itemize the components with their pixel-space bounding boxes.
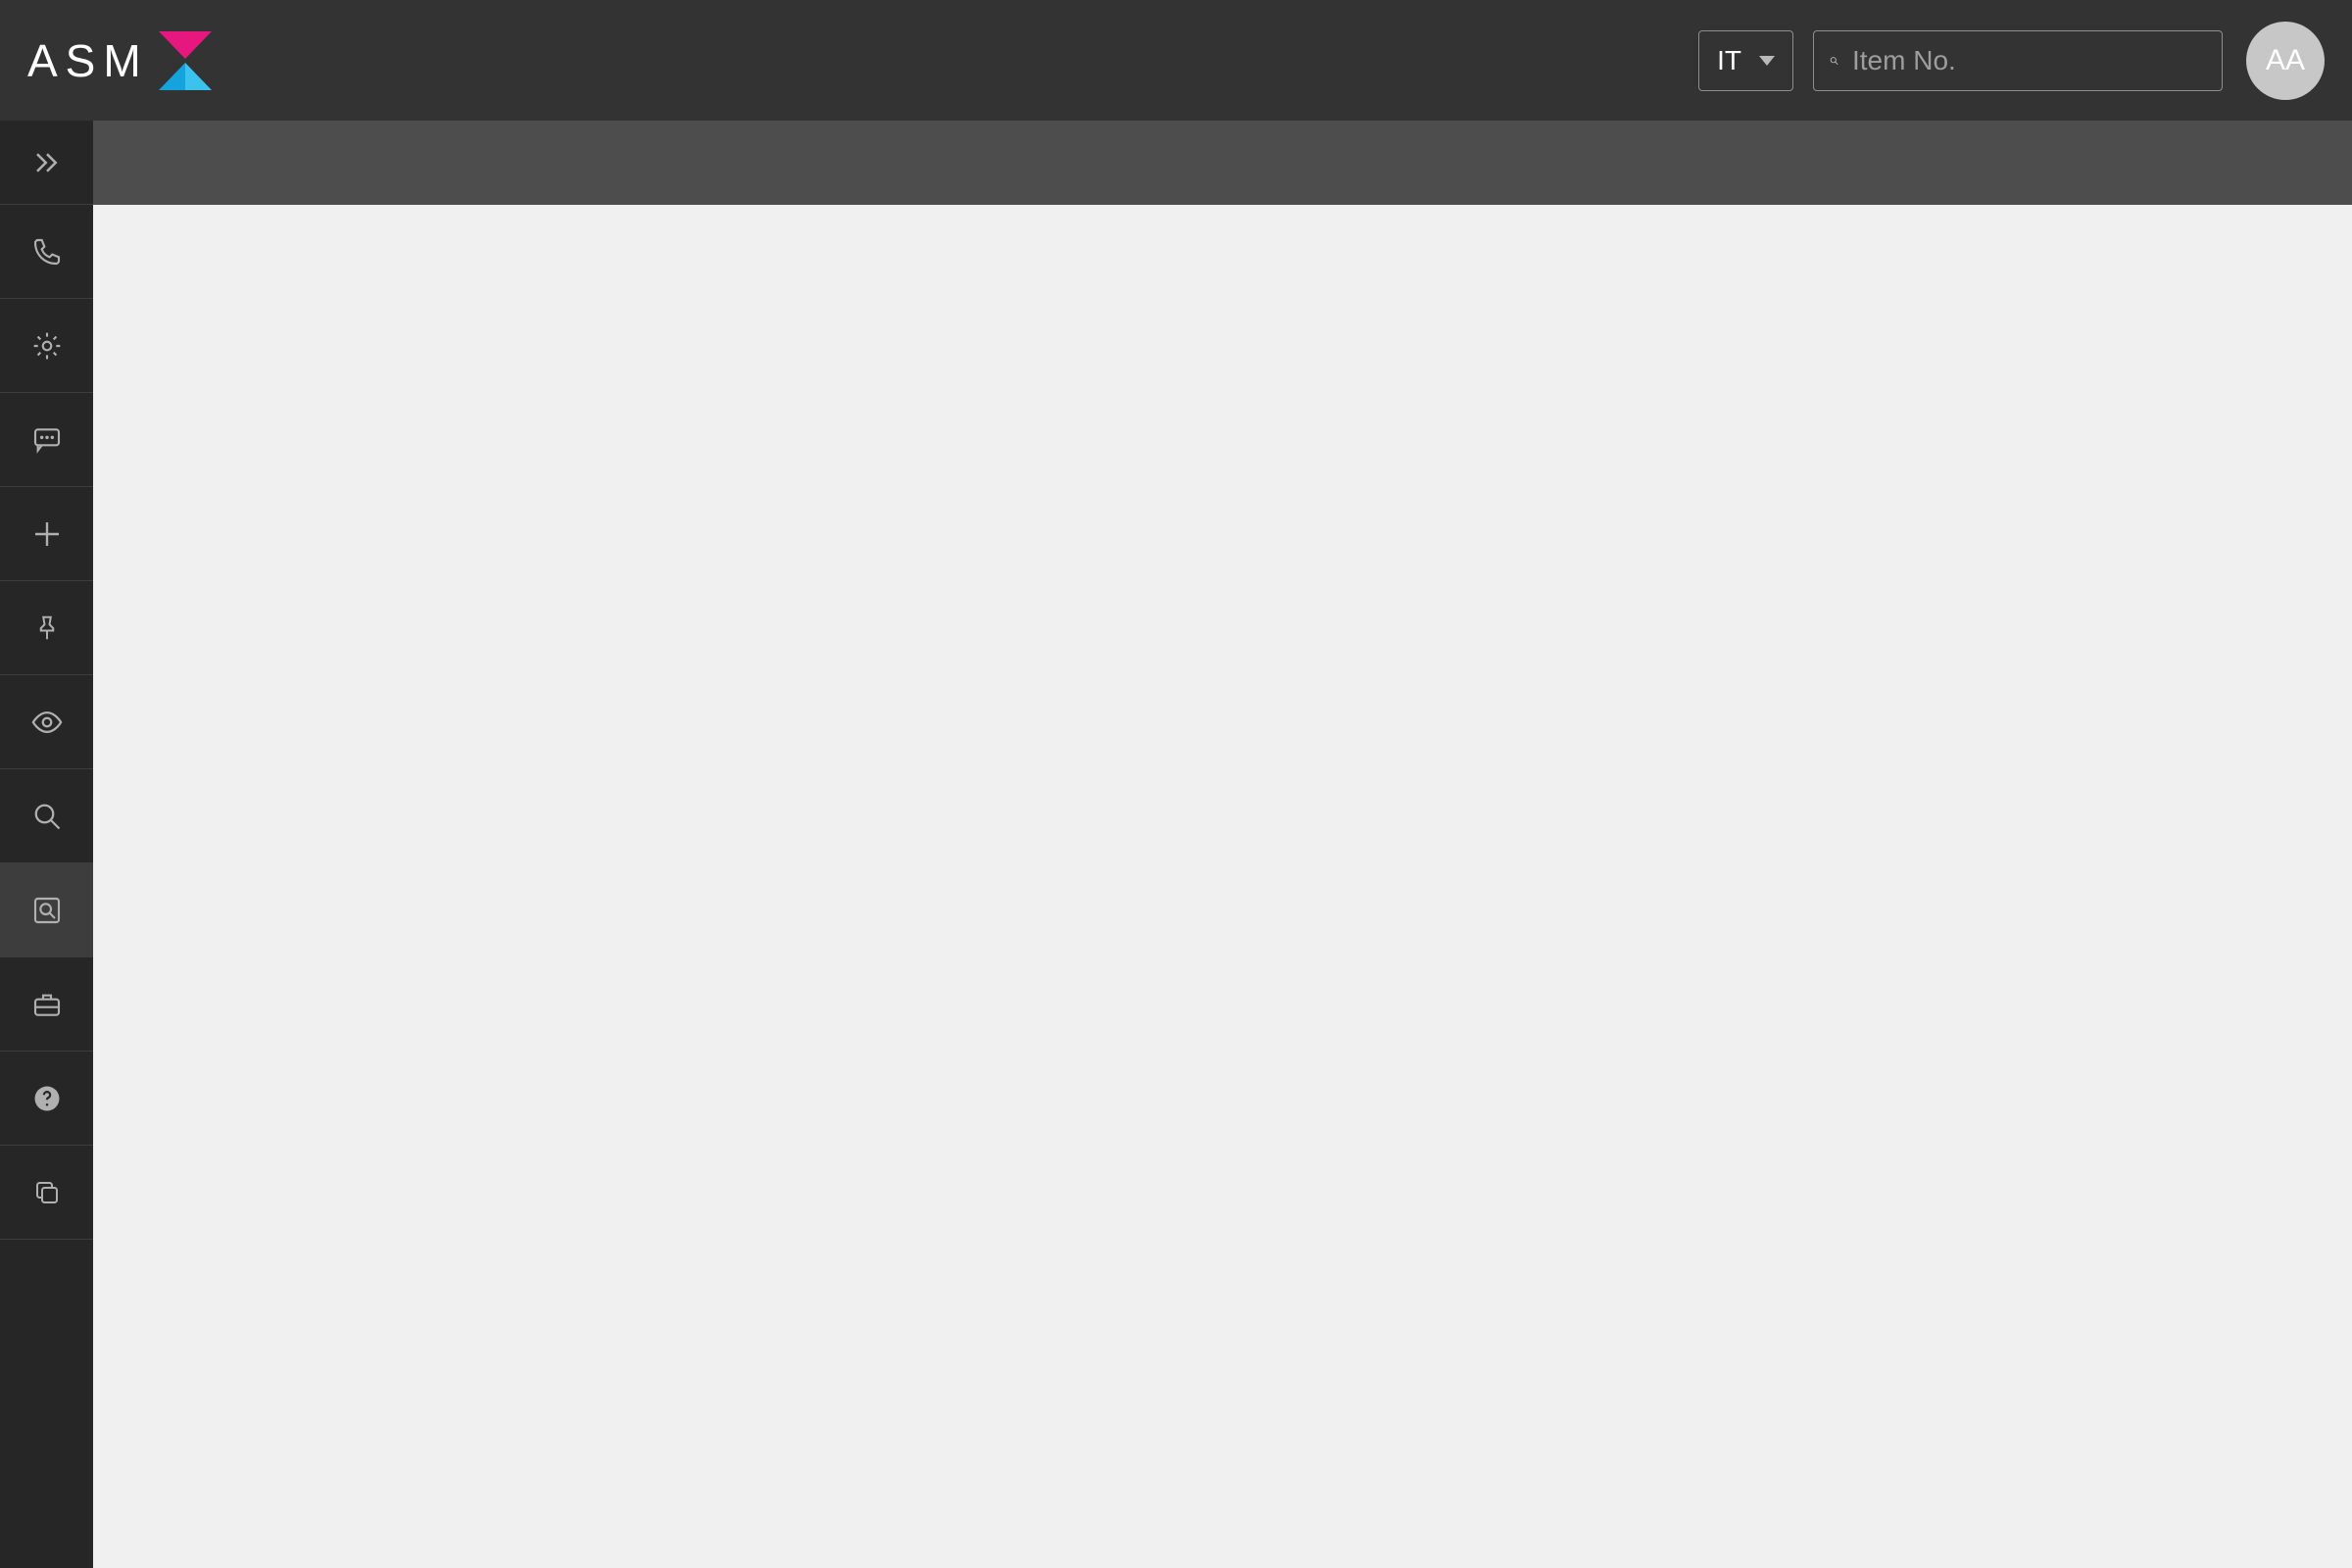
chevron-double-right-icon [32, 148, 62, 177]
search-input[interactable] [1852, 45, 2206, 76]
sidebar-item-briefcase[interactable] [0, 957, 93, 1052]
page-subheader [93, 121, 2352, 205]
sidebar-item-help[interactable] [0, 1052, 93, 1146]
pin-icon [32, 613, 62, 643]
avatar-initials: AA [2266, 44, 2305, 77]
language-selected: IT [1717, 45, 1741, 76]
sidebar-item-search[interactable] [0, 769, 93, 863]
sidebar-item-view[interactable] [0, 675, 93, 769]
sidebar-item-settings[interactable] [0, 299, 93, 393]
document-search-icon [31, 895, 63, 926]
gear-icon [31, 330, 63, 362]
sidebar-item-add[interactable] [0, 487, 93, 581]
help-icon [32, 1084, 62, 1113]
chevron-down-icon [1759, 56, 1775, 66]
sidebar-item-pin[interactable] [0, 581, 93, 675]
main-content [93, 205, 2352, 1568]
eye-icon [30, 706, 64, 739]
chat-icon [31, 424, 63, 456]
sidebar-item-copy[interactable] [0, 1146, 93, 1240]
copy-icon [32, 1178, 62, 1207]
logo: ASM [27, 29, 216, 92]
phone-icon [31, 236, 63, 268]
plus-icon [31, 518, 63, 550]
sidebar-item-search-doc[interactable] [0, 863, 93, 957]
sidebar-item-chat[interactable] [0, 393, 93, 487]
briefcase-icon [31, 989, 63, 1020]
sidebar-item-phone[interactable] [0, 205, 93, 299]
logo-text: ASM [27, 34, 149, 87]
sidebar-expand-button[interactable] [0, 121, 93, 205]
user-avatar[interactable]: AA [2246, 22, 2325, 100]
search-field[interactable] [1813, 30, 2223, 91]
search-icon [32, 802, 62, 831]
sidebar [0, 121, 93, 1568]
app-header: ASM IT AA [0, 0, 2352, 121]
logo-mark-icon [155, 29, 216, 92]
search-icon [1830, 48, 1838, 74]
language-selector[interactable]: IT [1698, 30, 1793, 91]
